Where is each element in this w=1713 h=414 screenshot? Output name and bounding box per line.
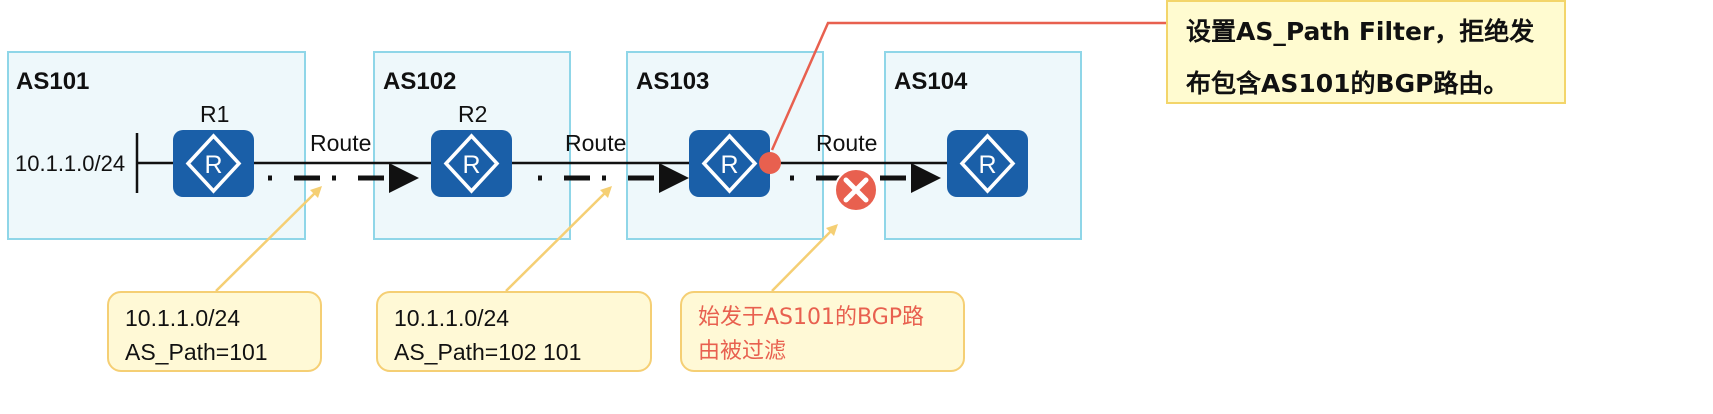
callout-line: 由被过滤 [698, 339, 787, 364]
route-label-3: Route [816, 130, 877, 156]
callout-r2-route: 10.1.1.0/24 AS_Path=102 101 [376, 291, 652, 372]
route-label-2: Route [565, 130, 626, 156]
callout-line: 始发于AS101的BGP路 [698, 305, 925, 330]
router-name-r1: R1 [200, 101, 229, 127]
note-line: 设置AS_Path Filter，拒绝发 [1186, 17, 1535, 46]
router-symbol: R [720, 151, 738, 179]
filter-point-dot [759, 152, 781, 174]
callout-line: AS_Path=102 101 [394, 339, 582, 365]
filter-note: 设置AS_Path Filter，拒绝发 布包含AS101的BGP路由。 [1166, 0, 1566, 104]
router-icon: R [689, 130, 770, 197]
callout-line: 10.1.1.0/24 [125, 305, 241, 331]
router-icon: R [173, 130, 254, 197]
note-line: 布包含AS101的BGP路由。 [1186, 69, 1509, 98]
as-label-as102: AS102 [383, 68, 456, 95]
network-prefix-label: 10.1.1.0/24 [15, 151, 125, 176]
as-label-as104: AS104 [894, 68, 968, 95]
route-label-1: Route [310, 130, 371, 156]
as-label-as103: AS103 [636, 68, 709, 95]
callout-line: 10.1.1.0/24 [394, 305, 510, 331]
router-symbol: R [204, 151, 222, 179]
router-name-r2: R2 [458, 101, 487, 127]
callout-r1-route: 10.1.1.0/24 AS_Path=101 [107, 291, 322, 372]
router-icon: R [947, 130, 1028, 197]
router-symbol: R [978, 151, 996, 179]
as-label-as101: AS101 [16, 68, 89, 95]
router-icon: R [431, 130, 512, 197]
callout-line: AS_Path=101 [125, 339, 268, 365]
callout-filtered-route: 始发于AS101的BGP路 由被过滤 [680, 291, 965, 372]
filter-deny-icon [834, 168, 878, 212]
router-symbol: R [462, 151, 480, 179]
